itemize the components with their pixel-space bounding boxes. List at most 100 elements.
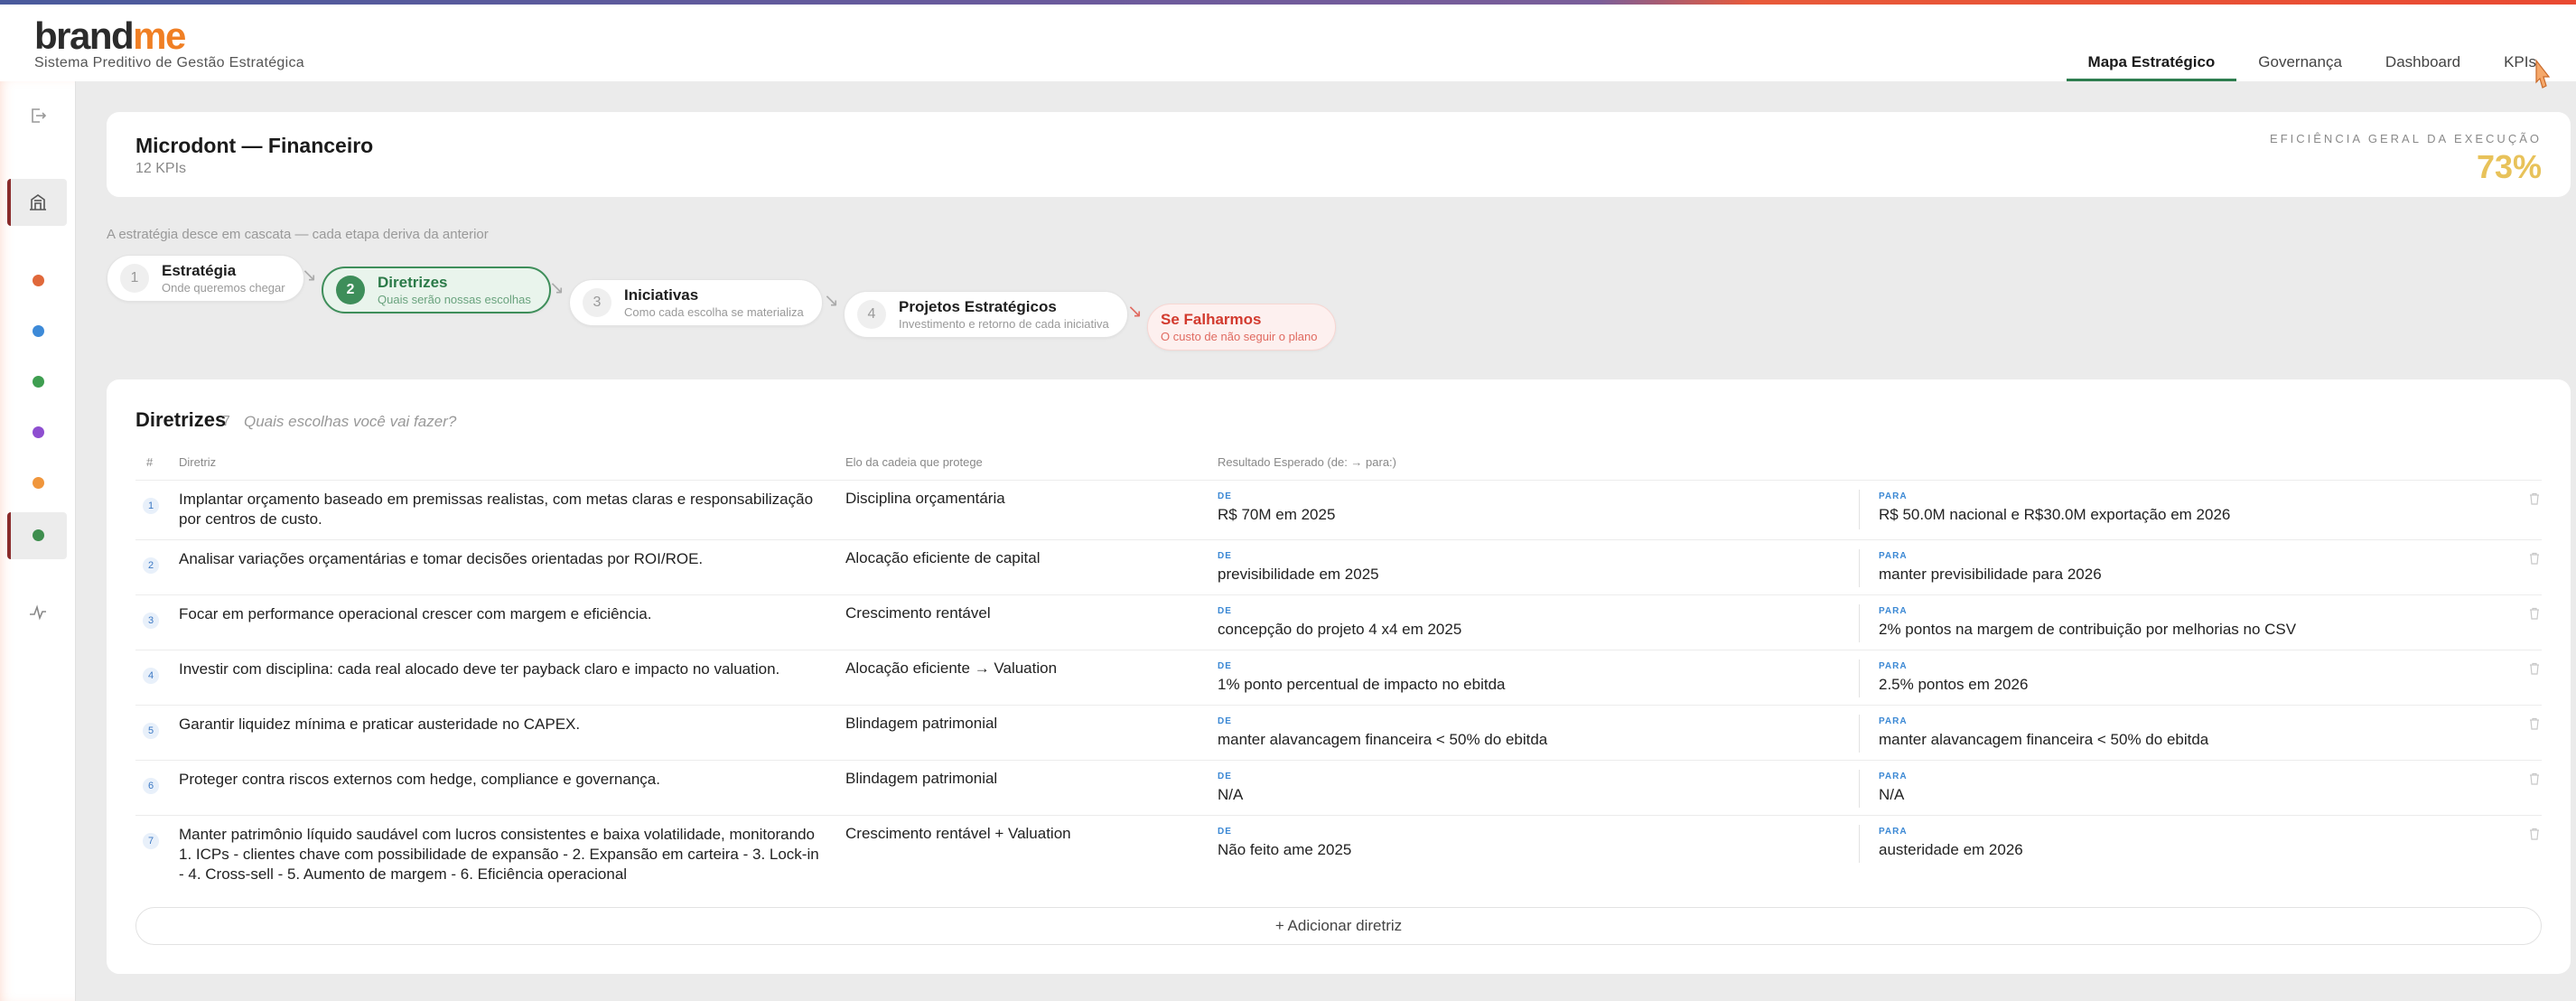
- page-title: Microdont — Financeiro: [135, 134, 374, 157]
- sidebar-item-purple[interactable]: [33, 426, 44, 438]
- de-label: DE: [1218, 606, 1232, 616]
- trend-icon[interactable]: [27, 602, 49, 623]
- de-label: DE: [1218, 716, 1232, 726]
- sidebar-item-amber[interactable]: [33, 477, 44, 489]
- app-tagline: Sistema Preditivo de Gestão Estratégica: [34, 55, 304, 70]
- para-value: R$ 50.0M nacional e R$30.0M exportação e…: [1879, 506, 2231, 523]
- trash-icon[interactable]: [2527, 491, 2542, 506]
- table-row[interactable]: 1 Implantar orçamento baseado em premiss…: [135, 481, 2542, 540]
- de-label: DE: [1218, 827, 1232, 837]
- de-value: R$ 70M em 2025: [1218, 506, 1336, 523]
- step-number: 4: [857, 300, 886, 329]
- sidebar-item-blue[interactable]: [33, 325, 44, 337]
- sidebar-item-orange[interactable]: [33, 275, 44, 286]
- step-projetos-estrategicos[interactable]: 4 Projetos Estratégicos Investimento e re…: [844, 291, 1128, 338]
- table-row[interactable]: 4 Investir com disciplina: cada real alo…: [135, 650, 2542, 706]
- para-label: PARA: [1879, 827, 1908, 837]
- para-label: PARA: [1879, 606, 1908, 616]
- cascade-arrow-icon: ↘: [302, 266, 317, 285]
- sidebar-item-green[interactable]: [33, 376, 44, 388]
- para-label: PARA: [1879, 772, 1908, 781]
- table-row[interactable]: 7 Manter patrimônio líquido saudável com…: [135, 816, 2542, 893]
- tab-governanca[interactable]: Governança: [2236, 41, 2364, 81]
- tab-dashboard[interactable]: Dashboard: [2364, 41, 2482, 81]
- cascade-arrow-icon: ↘: [549, 278, 565, 298]
- para-label: PARA: [1879, 491, 1908, 501]
- diretrizes-card: Diretrizes 7 Quais escolhas você vai faz…: [107, 379, 2571, 974]
- diretriz-text: Proteger contra riscos externos com hedg…: [179, 771, 660, 788]
- row-number: 4: [143, 668, 159, 684]
- diretriz-text: Manter patrimônio líquido saudável com l…: [179, 826, 819, 883]
- elo-text: Blindagem patrimonial: [845, 715, 998, 732]
- section-subtitle: Quais escolhas você vai fazer?: [244, 413, 457, 430]
- col-header-elo: Elo da cadeia que protege: [845, 455, 983, 469]
- step-se-falharmos[interactable]: Se Falharmos O custo de não seguir o plan…: [1147, 304, 1337, 351]
- sidebar-item-dark-green[interactable]: [33, 529, 44, 541]
- elo-text: Alocação eficiente de capital: [845, 549, 1041, 566]
- de-value: 1% ponto percentual de impacto no ebitda: [1218, 676, 1506, 693]
- row-number: 2: [143, 557, 159, 574]
- row-number: 6: [143, 778, 159, 794]
- diretriz-text: Focar em performance operacional crescer…: [179, 605, 652, 622]
- de-label: DE: [1218, 551, 1232, 561]
- para-label: PARA: [1879, 716, 1908, 726]
- diretriz-text: Garantir liquidez mínima e praticar aust…: [179, 716, 581, 733]
- diretriz-text: Investir com disciplina: cada real aloca…: [179, 660, 780, 678]
- cascade-arrow-danger-icon: ↘: [1127, 302, 1143, 322]
- de-para-divider: [1859, 549, 1860, 587]
- logout-icon[interactable]: [27, 105, 49, 126]
- table-row[interactable]: 3 Focar em performance operacional cresc…: [135, 595, 2542, 650]
- trash-icon[interactable]: [2527, 661, 2542, 676]
- summary-card: Microdont — Financeiro 12 KPIs EFICIÊNCI…: [107, 112, 2571, 197]
- de-para-divider: [1859, 715, 1860, 753]
- step-estrategia[interactable]: 1 Estratégia Onde queremos chegar: [107, 255, 304, 302]
- para-value: manter previsibilidade para 2026: [1879, 566, 2102, 583]
- step-number: 1: [120, 264, 149, 293]
- main-nav: Mapa Estratégico Governança Dashboard KP…: [2066, 41, 2558, 81]
- cascade-arrow-icon: ↘: [824, 291, 839, 311]
- de-label: DE: [1218, 661, 1232, 671]
- efficiency-label: EFICIÊNCIA GERAL DA EXECUÇÃO: [2270, 132, 2542, 145]
- table-row[interactable]: 5 Garantir liquidez mínima e praticar au…: [135, 706, 2542, 761]
- step-diretrizes[interactable]: 2 Diretrizes Quais serão nossas escolhas: [322, 267, 551, 313]
- efficiency-value: 73%: [2476, 148, 2542, 185]
- col-header-number: #: [146, 455, 154, 469]
- para-value: 2.5% pontos em 2026: [1879, 676, 2029, 693]
- col-header-resultado: Resultado Esperado (de: → para:): [1218, 455, 1396, 469]
- de-value: concepção do projeto 4 x4 em 2025: [1218, 621, 1462, 638]
- tab-mapa-estrategico[interactable]: Mapa Estratégico: [2066, 41, 2237, 81]
- table-row[interactable]: 6 Proteger contra riscos externos com he…: [135, 761, 2542, 816]
- add-diretriz-button[interactable]: + Adicionar diretriz: [135, 907, 2542, 945]
- de-para-divider: [1859, 825, 1860, 863]
- row-number: 1: [143, 498, 159, 514]
- de-label: DE: [1218, 491, 1232, 501]
- de-value: Não feito ame 2025: [1218, 841, 1352, 858]
- step-iniciativas[interactable]: 3 Iniciativas Como cada escolha se materi…: [569, 279, 823, 326]
- para-label: PARA: [1879, 661, 1908, 671]
- step-number: 3: [583, 288, 611, 317]
- brand-logo[interactable]: brandme: [34, 15, 186, 57]
- para-value: manter alavancagem financeira < 50% do e…: [1879, 731, 2209, 748]
- diretriz-text: Implantar orçamento baseado em premissas…: [179, 491, 814, 528]
- de-para-divider: [1859, 490, 1860, 529]
- table-row[interactable]: 2 Analisar variações orçamentárias e tom…: [135, 540, 2542, 595]
- trash-icon[interactable]: [2527, 827, 2542, 841]
- trash-icon[interactable]: [2527, 716, 2542, 731]
- trash-icon[interactable]: [2527, 606, 2542, 621]
- de-label: DE: [1218, 772, 1232, 781]
- kpi-count: 12 KPIs: [135, 161, 187, 176]
- trash-icon[interactable]: [2527, 772, 2542, 786]
- para-value: austeridade em 2026: [1879, 841, 2023, 858]
- col-header-diretriz: Diretriz: [179, 455, 217, 469]
- building-icon[interactable]: [27, 192, 49, 213]
- de-para-divider: [1859, 660, 1860, 697]
- de-value: previsibilidade em 2025: [1218, 566, 1379, 583]
- trash-icon[interactable]: [2527, 551, 2542, 566]
- section-title: Diretrizes: [135, 408, 227, 431]
- step-number: 2: [336, 276, 365, 304]
- row-number: 7: [143, 833, 159, 849]
- elo-text: Crescimento rentável + Valuation: [845, 825, 1071, 842]
- row-number: 5: [143, 723, 159, 739]
- de-para-divider: [1859, 770, 1860, 808]
- de-value: manter alavancagem financeira < 50% do e…: [1218, 731, 1548, 748]
